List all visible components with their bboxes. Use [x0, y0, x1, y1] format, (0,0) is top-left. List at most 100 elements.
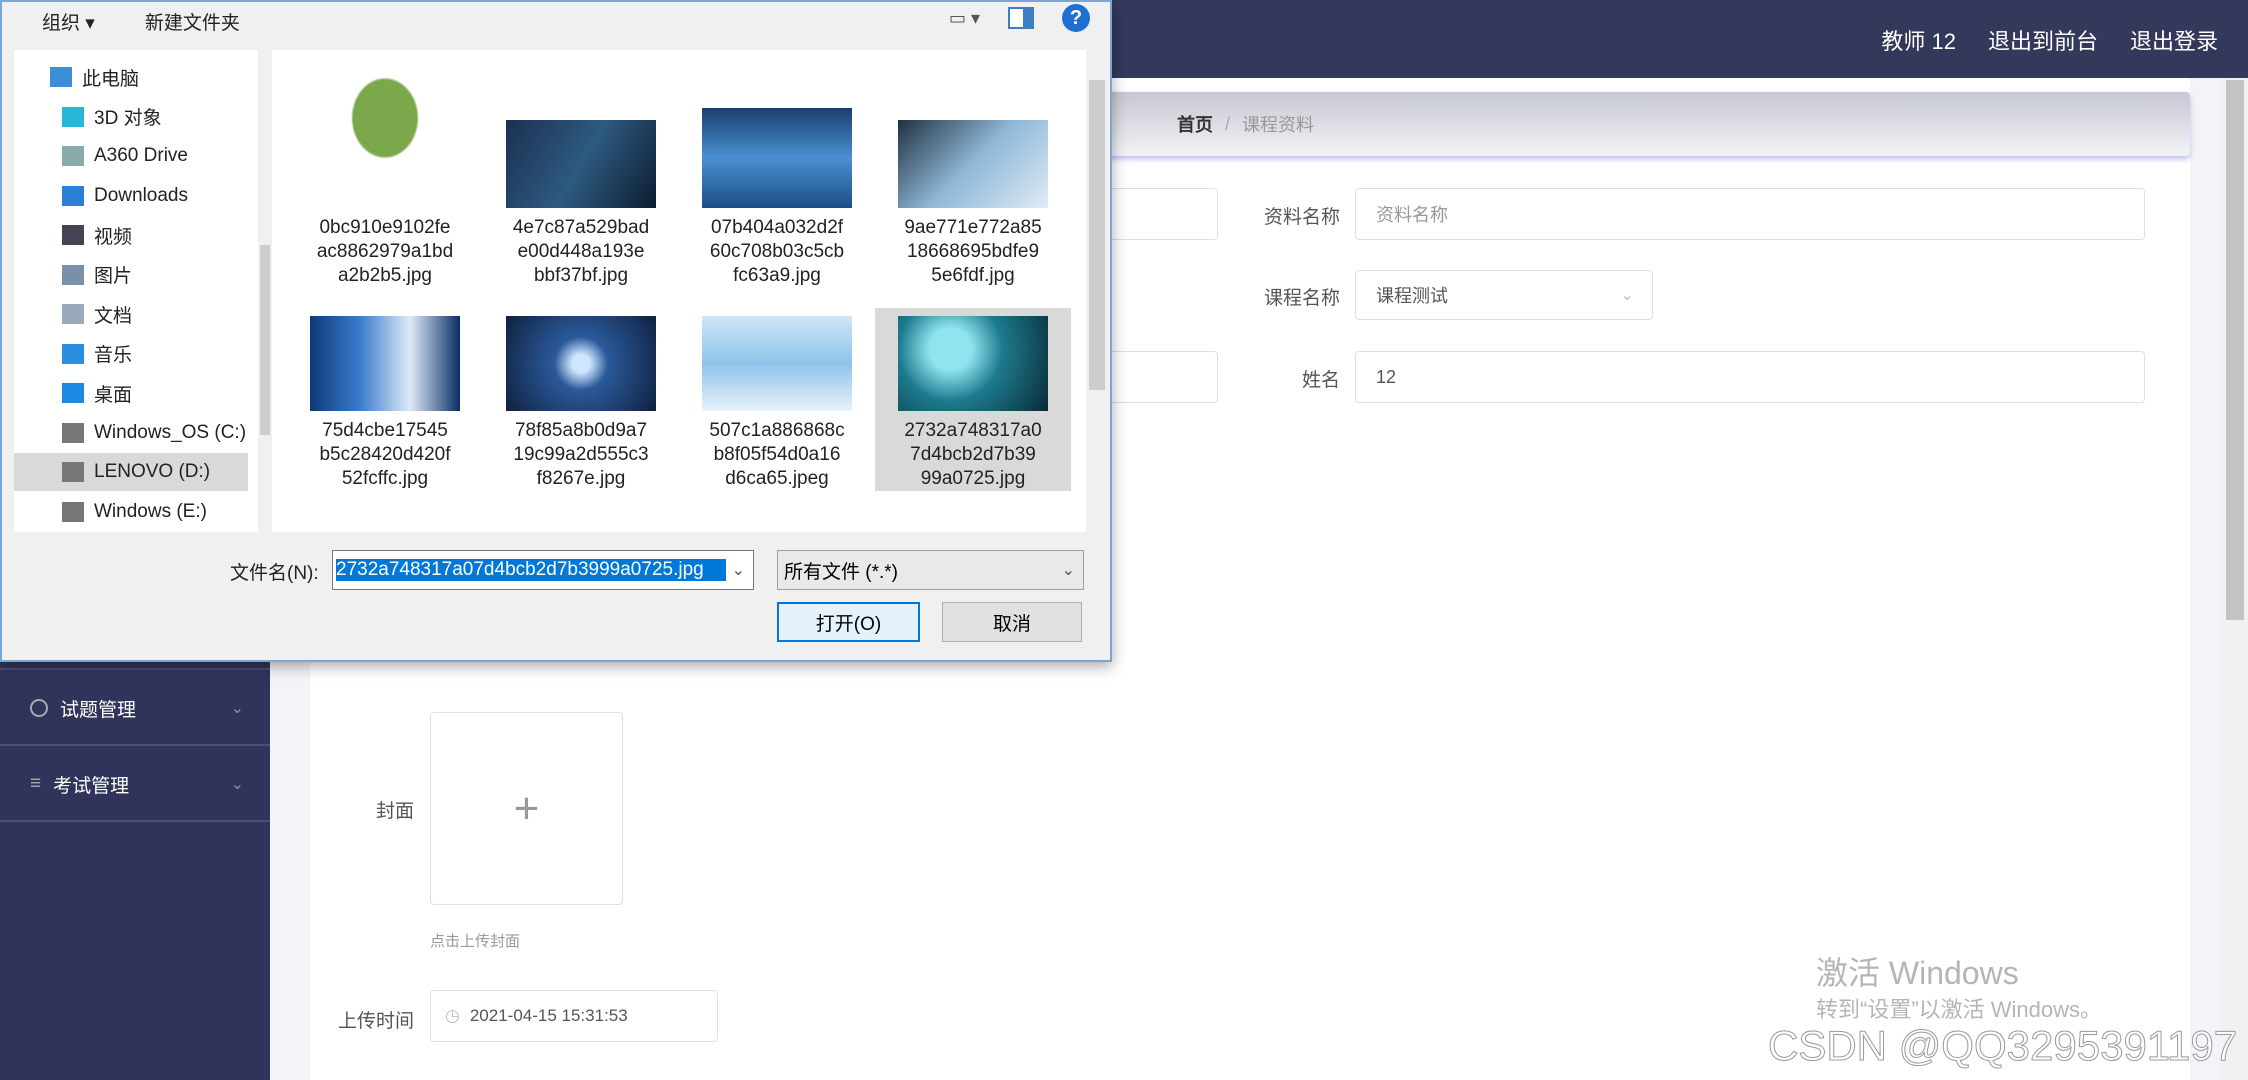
file-thumbnail — [506, 120, 656, 208]
file-thumbnail — [310, 316, 460, 411]
drive-icon — [62, 462, 84, 482]
course-name-value: 课程测试 — [1376, 286, 1448, 306]
activate-windows-hint: 转到“设置”以激活 Windows。 — [1816, 997, 2103, 1022]
file-name-line: 18668695bdfe9 — [906, 241, 1040, 262]
breadcrumb-home[interactable]: 首页 — [1177, 111, 1213, 137]
course-name-select[interactable]: 课程测试 ⌄ — [1355, 270, 1653, 320]
organize-menu[interactable]: 组织 ▾ — [42, 8, 95, 35]
file-type-filter[interactable]: 所有文件 (*.*) ⌄ — [777, 550, 1084, 590]
computer-icon — [50, 67, 72, 87]
nav-item-label: A360 Drive — [94, 145, 188, 166]
file-name-line: 60c708b03c5cb — [709, 241, 845, 262]
nav-item-label: 3D 对象 — [94, 108, 162, 129]
nav-item[interactable]: LENOVO (D:) — [14, 453, 248, 491]
nav-item[interactable]: A360 Drive — [14, 137, 248, 175]
activate-windows-title: 激活 Windows — [1816, 955, 2019, 991]
user-name: 教师 12 — [1881, 29, 1956, 54]
file-name: 2732a748317a0 7d4bcb2d7b39 99a0725.jpg — [875, 419, 1071, 491]
file-tile[interactable]: 07b404a032d2f 60c708b03c5cb fc63a9.jpg — [679, 58, 875, 288]
nav-scrollbar[interactable] — [258, 50, 272, 532]
nav-item-label: 视频 — [94, 226, 133, 248]
nav-item[interactable]: 桌面 — [14, 374, 248, 412]
music-icon — [62, 343, 84, 364]
file-name-line: d6ca65.jpeg — [725, 468, 829, 489]
file-tile[interactable]: 507c1a886868c b8f05f54d0a16 d6ca65.jpeg — [679, 308, 875, 491]
gauge-icon — [30, 699, 48, 717]
nav-item[interactable]: 视频 — [14, 216, 248, 254]
file-name: 78f85a8b0d9a7 19c99a2d555c3 f8267e.jpg — [483, 419, 679, 491]
file-name-line: 2732a748317a0 — [904, 420, 1042, 441]
navigation-pane: 此电脑 3D 对象 A360 Drive Downloads 视频图片文档音乐桌面 Win… — [14, 50, 272, 532]
file-name-line: fc63a9.jpg — [733, 265, 821, 286]
page-scrollbar[interactable] — [2222, 78, 2248, 1080]
nav-item[interactable]: Downloads — [14, 177, 248, 215]
sidebar-item-label: 考试管理 — [53, 775, 130, 797]
file-name-line: f8267e.jpg — [536, 468, 626, 489]
chevron-down-icon[interactable]: ⌄ — [732, 560, 745, 580]
nav-item[interactable]: 文档 — [14, 295, 248, 333]
nav-item[interactable]: Windows (E:) — [14, 493, 248, 531]
file-tile[interactable]: 4e7c87a529bad e00d448a193e bbf37bf.jpg — [483, 58, 679, 288]
file-name: 75d4cbe17545 b5c28420d420f 52fcffc.jpg — [287, 419, 483, 491]
exit-to-front-link[interactable]: 退出到前台 — [1988, 24, 2098, 56]
file-tile[interactable]: 0bc910e9102fe ac8862979a1bd a2b2b5.jpg — [287, 58, 483, 288]
file-list-scrollbar[interactable] — [1086, 50, 1108, 532]
list-icon: ≡ — [30, 773, 42, 794]
nav-item[interactable]: 3D 对象 — [14, 98, 248, 136]
sidebar-item-label: 试题管理 — [60, 699, 137, 721]
file-tile[interactable]: 75d4cbe17545 b5c28420d420f 52fcffc.jpg — [287, 308, 483, 491]
drive-icon — [62, 422, 84, 443]
csdn-watermark: CSDN @QQ3295391197 — [1767, 1022, 2238, 1070]
file-name-line: 99a0725.jpg — [920, 468, 1026, 489]
material-name-input[interactable]: 资料名称 — [1355, 188, 2145, 240]
file-name-line: 5e6fdf.jpg — [931, 265, 1015, 286]
nav-item[interactable]: Windows_OS (C:) — [14, 414, 248, 452]
file-thumbnail — [310, 58, 460, 208]
nav-item[interactable]: 此电脑 — [14, 58, 248, 96]
nav-item-label: 图片 — [94, 266, 133, 287]
name-label: 姓名 — [1301, 370, 1340, 391]
open-button[interactable]: 打开(O) — [777, 602, 920, 642]
cover-upload-box[interactable]: + — [430, 712, 623, 905]
file-name-line: bbf37bf.jpg — [533, 265, 629, 286]
file-name-line: 52fcffc.jpg — [341, 468, 429, 489]
chevron-down-icon: ⌄ — [1620, 287, 1634, 304]
help-icon[interactable]: ? — [1062, 4, 1090, 32]
preview-pane-icon[interactable] — [1008, 7, 1034, 29]
file-tile[interactable]: 78f85a8b0d9a7 19c99a2d555c3 f8267e.jpg — [483, 308, 679, 491]
file-thumbnail — [898, 120, 1048, 208]
documents-icon — [62, 304, 84, 324]
upload-time-input[interactable]: ◷ 2021-04-15 15:31:53 — [430, 990, 718, 1042]
file-tile[interactable]: 2732a748317a0 7d4bcb2d7b39 99a0725.jpg — [875, 308, 1071, 491]
file-name-line: 9ae771e772a85 — [904, 217, 1042, 238]
chevron-down-icon: ⌄ — [1061, 562, 1075, 579]
file-list: 0bc910e9102fe ac8862979a1bd a2b2b5.jpg 4e7c… — [272, 50, 1108, 532]
file-name: 0bc910e9102fe ac8862979a1bd a2b2b5.jpg — [287, 216, 483, 288]
filename-value: 2732a748317a07d4bcb2d7b3999a0725.jpg — [336, 559, 726, 581]
sidebar-item-exam-management[interactable]: ≡ 考试管理 ⌄ — [0, 748, 270, 822]
new-folder-button[interactable]: 新建文件夹 — [145, 8, 240, 35]
file-name-line: 19c99a2d555c3 — [513, 444, 649, 465]
sidebar-item-question-management[interactable]: 试题管理 ⌄ — [0, 672, 270, 746]
nav-item-label: LENOVO (D:) — [94, 461, 211, 482]
nav-item[interactable]: 图片 — [14, 256, 248, 294]
file-name: 07b404a032d2f 60c708b03c5cb fc63a9.jpg — [679, 216, 875, 288]
file-name-line: 78f85a8b0d9a7 — [514, 420, 648, 441]
cloud-drive-icon — [62, 146, 84, 166]
filename-input[interactable]: 2732a748317a07d4bcb2d7b3999a0725.jpg ⌄ — [332, 550, 754, 590]
view-options-icon[interactable]: ▭ ▾ — [949, 8, 980, 29]
file-tile[interactable]: 9ae771e772a85 18668695bdfe9 5e6fdf.jpg — [875, 58, 1071, 288]
desktop-icon — [62, 383, 84, 403]
file-name: 9ae771e772a85 18668695bdfe9 5e6fdf.jpg — [875, 216, 1071, 288]
logout-link[interactable]: 退出登录 — [2130, 24, 2218, 56]
name-input[interactable]: 12 — [1355, 351, 2145, 403]
nav-item-label: 文档 — [94, 305, 133, 327]
cancel-button[interactable]: 取消 — [942, 602, 1082, 642]
file-name-line: 7d4bcb2d7b39 — [910, 444, 1036, 465]
nav-item-label: Windows_OS (C:) — [94, 421, 247, 443]
nav-item[interactable]: 音乐 — [14, 335, 248, 373]
nav-item-label: 桌面 — [94, 384, 133, 406]
file-thumbnail — [898, 316, 1048, 411]
file-name-line: 75d4cbe17545 — [322, 420, 448, 441]
file-thumbnail — [506, 316, 656, 411]
